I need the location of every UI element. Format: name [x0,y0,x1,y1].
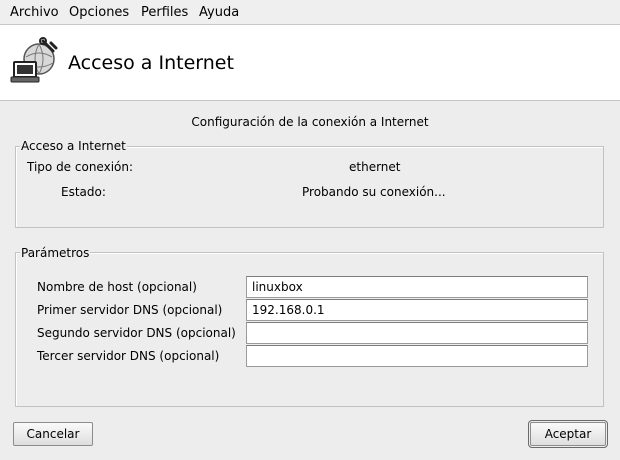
page-title: Acceso a Internet [68,52,234,74]
dns3-input[interactable] [246,345,588,367]
menu-ayuda[interactable]: Ayuda [199,5,239,20]
menu-archivo[interactable]: Archivo [10,5,59,20]
hostname-input[interactable] [246,276,588,298]
dns2-input[interactable] [246,322,588,344]
dns1-label: Primer servidor DNS (opcional) [37,303,223,317]
hostname-label: Nombre de host (opcional) [37,280,197,294]
accept-button[interactable]: Aceptar [528,420,608,448]
dns1-input[interactable] [246,299,588,321]
section-subtitle: Configuración de la conexión a Internet [191,115,429,129]
dns2-label: Segundo servidor DNS (opcional) [37,326,236,340]
status-value: Probando su conexión... [302,185,446,199]
connection-type-label: Tipo de conexión: [27,160,134,174]
parameters-legend: Parámetros [20,246,91,260]
header-banner: Acceso a Internet [0,25,620,101]
menu-opciones[interactable]: Opciones [69,5,129,20]
cancel-button[interactable]: Cancelar [13,422,93,446]
network-computer-wrench-icon [10,37,58,83]
internet-access-legend: Acceso a Internet [20,139,127,153]
menu-perfiles[interactable]: Perfiles [141,5,188,20]
dns3-label: Tercer servidor DNS (opcional) [37,349,220,363]
connection-type-value: ethernet [349,160,401,174]
menu-bar: Archivo Opciones Perfiles Ayuda [0,0,620,25]
status-label: Estado: [61,185,106,199]
